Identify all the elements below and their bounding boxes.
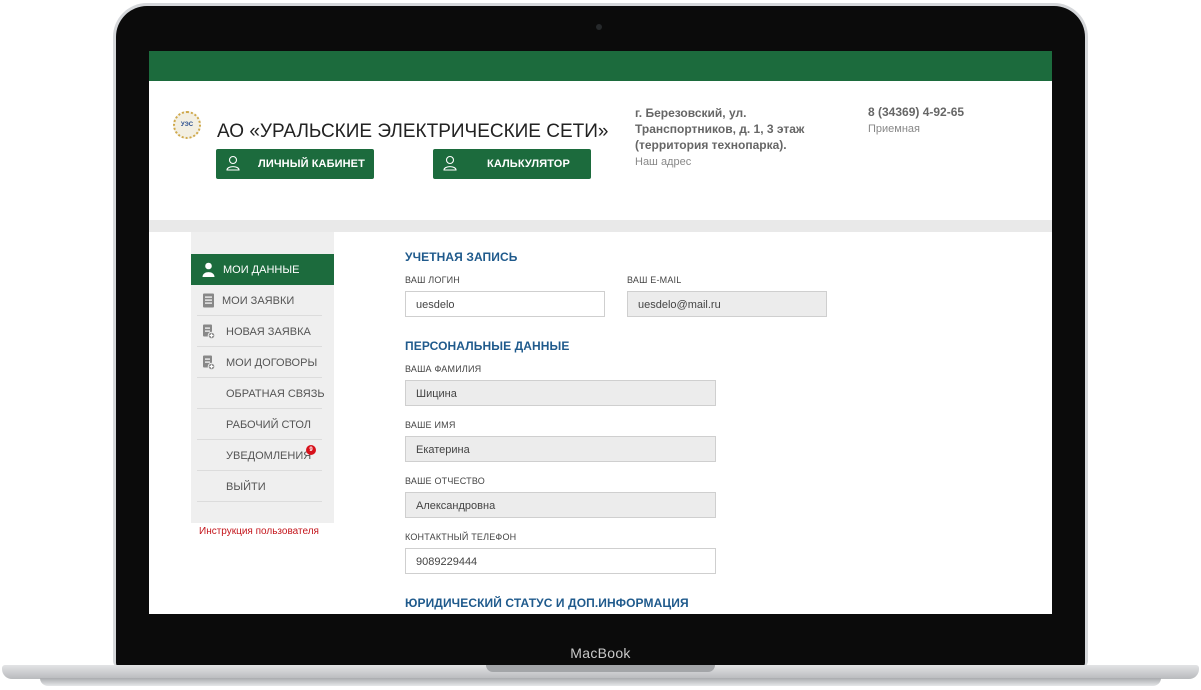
sidebar-item-desktop[interactable]: РАБОЧИЙ СТОЛ <box>191 409 334 440</box>
sidebar-item-label: ОБРАТНАЯ СВЯЗЬ <box>226 388 325 400</box>
calculator-button[interactable]: КАЛЬКУЛЯТОР <box>433 149 591 179</box>
sidebar-item-label: МОИ ДОГОВОРЫ <box>226 357 318 369</box>
phone-input[interactable]: 9089229444 <box>405 548 716 574</box>
header-divider <box>149 220 1052 232</box>
sidebar-item-my-contracts[interactable]: МОИ ДОГОВОРЫ <box>191 347 334 378</box>
user-icon <box>443 155 457 171</box>
sidebar-item-label: МОИ ЗАЯВКИ <box>222 295 295 307</box>
device-brand: MacBook <box>570 645 631 661</box>
patronymic-field[interactable]: Александровна <box>405 492 716 518</box>
personal-cabinet-label: ЛИЧНЫЙ КАБИНЕТ <box>258 158 365 170</box>
reception-phone[interactable]: 8 (34369) 4-92-65 <box>868 105 964 119</box>
name-field[interactable]: Екатерина <box>405 436 716 462</box>
user-icon <box>226 155 240 171</box>
contract-icon <box>203 355 215 370</box>
document-icon <box>203 293 214 308</box>
email-field[interactable]: uesdelo@mail.ru <box>627 291 827 317</box>
sidebar-item-label: МОИ ДАННЫЕ <box>223 264 300 276</box>
login-input[interactable]: uesdelo <box>405 291 605 317</box>
laptop-notch <box>486 665 715 672</box>
notification-count-badge: 9 <box>306 445 316 455</box>
section-title-legal: ЮРИДИЧЕСКИЙ СТАТУС И ДОП.ИНФОРМАЦИЯ <box>405 596 689 610</box>
divider <box>197 501 322 502</box>
sidebar-item-my-data[interactable]: МОИ ДАННЫЕ <box>191 254 334 285</box>
calculator-label: КАЛЬКУЛЯТОР <box>487 158 570 170</box>
sidebar-item-label: НОВАЯ ЗАЯВКА <box>226 326 311 338</box>
sidebar-item-new-request[interactable]: НОВАЯ ЗАЯВКА <box>191 316 334 347</box>
laptop-base-edge <box>40 678 1161 686</box>
surname-label: ВАША ФАМИЛИЯ <box>405 364 482 374</box>
sidebar-item-notifications[interactable]: УВЕДОМЛЕНИЯ 9 <box>191 440 334 471</box>
sidebar-item-label: РАБОЧИЙ СТОЛ <box>226 419 312 431</box>
new-document-icon <box>203 324 215 339</box>
camera-icon <box>596 24 602 30</box>
company-name: АО «УРАЛЬСКИЕ ЭЛЕКТРИЧЕСКИЕ СЕТИ» <box>217 121 609 142</box>
login-label: ВАШ ЛОГИН <box>405 275 461 285</box>
section-title-personal: ПЕРСОНАЛЬНЫЕ ДАННЫЕ <box>405 339 570 353</box>
user-icon <box>202 262 215 277</box>
phone-label: КОНТАКТНЫЙ ТЕЛЕФОН <box>405 532 517 542</box>
email-label: ВАШ E-MAIL <box>627 275 682 285</box>
sidebar-item-logout[interactable]: ВЫЙТИ <box>191 471 334 502</box>
reception-label: Приемная <box>868 123 920 135</box>
sidebar-item-feedback[interactable]: ОБРАТНАЯ СВЯЗЬ <box>191 378 334 409</box>
company-logo[interactable]: УЭС <box>173 111 201 139</box>
browser-screen: УЭС АО «УРАЛЬСКИЕ ЭЛЕКТРИЧЕСКИЕ СЕТИ» ЛИ… <box>149 51 1052 614</box>
sidebar: МОИ ДАННЫЕ МОИ ЗАЯВКИ НОВАЯ ЗАЯВКА МОИ Д… <box>191 232 334 523</box>
user-instructions-link[interactable]: Инструкция пользователя <box>199 526 319 537</box>
personal-cabinet-button[interactable]: ЛИЧНЫЙ КАБИНЕТ <box>216 149 374 179</box>
surname-field[interactable]: Шицина <box>405 380 716 406</box>
address-label: Наш адрес <box>635 156 692 168</box>
top-bar <box>149 51 1052 81</box>
address-text: г. Березовский, ул. Транспортников, д. 1… <box>635 106 805 152</box>
sidebar-item-my-requests[interactable]: МОИ ЗАЯВКИ <box>191 285 334 316</box>
patronymic-label: ВАШЕ ОТЧЕСТВО <box>405 476 485 486</box>
sidebar-item-label: ВЫЙТИ <box>226 481 266 493</box>
sidebar-item-label: УВЕДОМЛЕНИЯ <box>226 450 312 462</box>
name-label: ВАШЕ ИМЯ <box>405 420 456 430</box>
section-title-account: УЧЕТНАЯ ЗАПИСЬ <box>405 250 518 264</box>
